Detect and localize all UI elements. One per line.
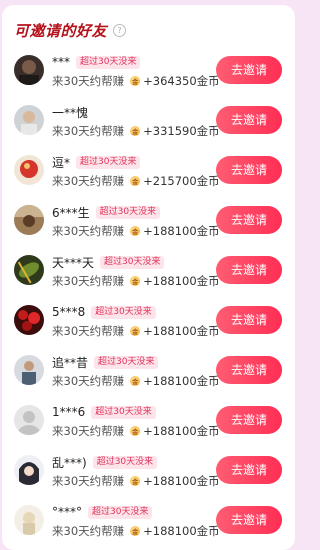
invite-button[interactable]: 去邀请 [216, 506, 282, 534]
avatar [14, 155, 44, 185]
invite-button[interactable]: 去邀请 [216, 156, 282, 184]
reward-desc: 来30天约帮赚 [52, 524, 125, 538]
coin-icon: 金 [130, 226, 141, 236]
friend-name: 一**愧 [52, 105, 89, 120]
invite-button[interactable]: 去邀请 [216, 56, 282, 84]
friend-row: 5***8 超过30天没来 来30天约帮赚金 +188100金币 去邀请 [0, 297, 297, 347]
reward-desc: 来30天约帮赚 [52, 374, 125, 388]
friend-name: 1***6 [52, 405, 86, 419]
friend-row: 6***生 超过30天没来 来30天约帮赚金 +188100金币 去邀请 [0, 197, 297, 247]
invite-button[interactable]: 去邀请 [216, 106, 282, 134]
reward-amount: +331590金币 [143, 124, 220, 138]
reward-desc: 来30天约帮赚 [52, 224, 125, 238]
friend-name: 6***生 [52, 205, 90, 220]
coin-icon: 金 [130, 376, 141, 386]
invite-button[interactable]: 去邀请 [216, 306, 282, 334]
coin-icon: 金 [130, 176, 141, 186]
reward-amount: +188100金币 [143, 374, 220, 388]
reward-desc: 来30天约帮赚 [52, 474, 125, 488]
friend-row: 一**愧 来30天约帮赚金 +331590金币 去邀请 [0, 97, 297, 147]
friend-name: 乱***) [52, 455, 87, 470]
reward-amount: +188100金币 [143, 274, 220, 288]
reward-amount: +215700金币 [143, 174, 220, 188]
avatar [14, 255, 44, 285]
reward-desc: 来30天约帮赚 [52, 74, 125, 88]
inactive-tag: 超过30天没来 [88, 505, 153, 519]
avatar [14, 405, 44, 435]
inactive-tag: 超过30天没来 [95, 205, 161, 219]
reward-desc: 来30天约帮赚 [52, 274, 125, 288]
invite-button[interactable]: 去邀请 [216, 256, 282, 284]
friend-name: 追**昔 [52, 355, 89, 370]
friend-name: 逗* [52, 155, 71, 170]
reward-amount: +188100金币 [143, 424, 220, 438]
reward-desc: 来30天约帮赚 [52, 424, 125, 438]
friend-row: *** 超过30天没来 来30天约帮赚金 +364350金币 去邀请 [0, 47, 297, 97]
friend-name: *** [52, 55, 70, 69]
friend-name: °***° [52, 505, 82, 519]
inactive-tag: 超过30天没来 [94, 355, 159, 369]
coin-icon: 金 [130, 326, 141, 336]
avatar [14, 105, 44, 135]
friend-row: 逗* 超过30天没来 来30天约帮赚金 +215700金币 去邀请 [0, 147, 297, 197]
coin-icon: 金 [130, 476, 141, 486]
friend-row: 追**昔 超过30天没来 来30天约帮赚金 +188100金币 去邀请 [0, 347, 297, 397]
inactive-tag: 超过30天没来 [92, 455, 158, 469]
reward-desc: 来30天约帮赚 [52, 124, 125, 138]
invite-button[interactable]: 去邀请 [216, 356, 282, 384]
friend-row: 1***6 超过30天没来 来30天约帮赚金 +188100金币 去邀请 [0, 397, 297, 447]
inactive-tag: 超过30天没来 [76, 55, 141, 69]
section-title: 可邀请的好友 [14, 21, 108, 40]
reward-amount: +188100金币 [143, 524, 220, 538]
reward-amount: +188100金币 [143, 324, 220, 338]
coin-icon: 金 [130, 126, 141, 136]
help-icon[interactable]: ? [113, 23, 127, 37]
reward-desc: 来30天约帮赚 [52, 174, 125, 188]
inactive-tag: 超过30天没来 [91, 305, 156, 319]
friend-name: 天***天 [52, 255, 95, 270]
avatar [14, 205, 44, 235]
coin-icon: 金 [130, 526, 141, 536]
invite-button[interactable]: 去邀请 [216, 406, 282, 434]
invite-button[interactable]: 去邀请 [216, 206, 282, 234]
reward-amount: +188100金币 [143, 224, 220, 238]
section-header: 可邀请的好友 ? [14, 19, 127, 41]
coin-icon: 金 [130, 76, 141, 86]
avatar [14, 455, 44, 485]
avatar [14, 55, 44, 85]
inactive-tag: 超过30天没来 [76, 155, 141, 169]
invite-button[interactable]: 去邀请 [216, 456, 282, 484]
inactive-tag: 超过30天没来 [100, 255, 165, 269]
avatar [14, 305, 44, 335]
friend-row: 天***天 超过30天没来 来30天约帮赚金 +188100金币 去邀请 [0, 247, 297, 297]
coin-icon: 金 [130, 426, 141, 436]
friend-name: 5***8 [52, 305, 86, 319]
reward-amount: +364350金币 [143, 74, 220, 88]
friend-row: 乱***) 超过30天没来 来30天约帮赚金 +188100金币 去邀请 [0, 447, 297, 497]
reward-desc: 来30天约帮赚 [52, 324, 125, 338]
coin-icon: 金 [130, 276, 141, 286]
avatar [14, 505, 44, 535]
inactive-tag: 超过30天没来 [91, 405, 156, 419]
reward-amount: +188100金币 [143, 474, 220, 488]
avatar [14, 355, 44, 385]
